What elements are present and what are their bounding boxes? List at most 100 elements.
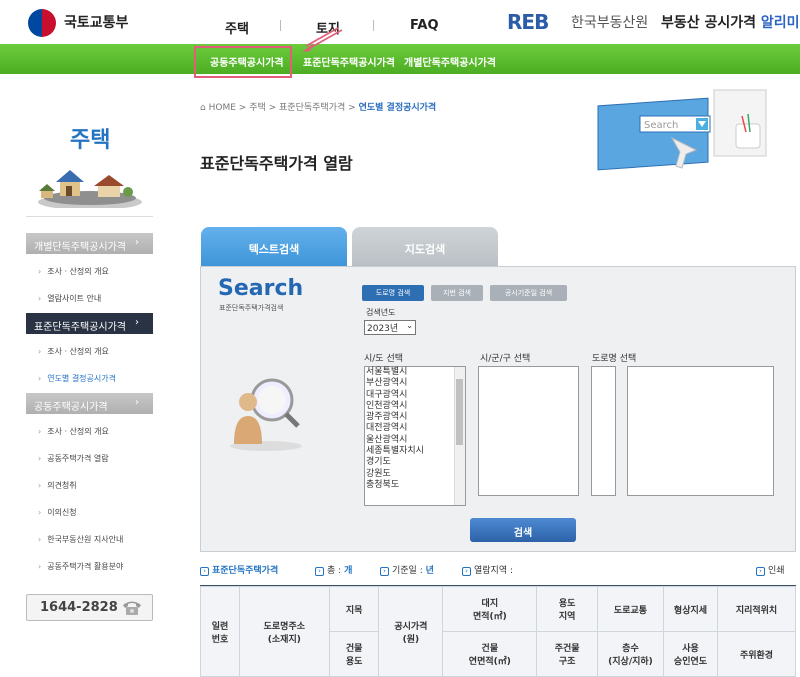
result-category-label: 표준단독주택가격 <box>212 566 279 576</box>
year-select[interactable]: 2023년 ⌄ <box>364 320 416 335</box>
road-initial-listbox[interactable] <box>591 366 616 496</box>
sidebar-item-label: 한국부동산원 지사안내 <box>47 535 124 544</box>
service-name-prefix: 부동산 공시가격 <box>661 15 757 31</box>
th-structure: 주건물 구조 <box>536 631 598 677</box>
sidebar-item-yearly-price[interactable]: › 연도별 결정공시가격 <box>38 373 116 384</box>
sidebar-item-label: 열람사이트 안내 <box>47 294 102 303</box>
th-jimok: 지목 <box>328 586 380 632</box>
sidebar-item-label: 공동주택가격 활용분야 <box>47 562 124 571</box>
th-year: 사용 승인연도 <box>662 631 719 677</box>
result-base-date-unit: 년 <box>425 566 434 576</box>
nav-divider <box>373 20 374 31</box>
sidebar-item-opinion[interactable]: › 의견청취 <box>38 480 77 491</box>
th-environment: 주위환경 <box>717 631 796 677</box>
sido-option[interactable]: 대전광역시 <box>365 423 465 434</box>
result-category: › 표준단독주택가격 <box>200 563 278 576</box>
sub-navigation-bar <box>0 44 800 74</box>
sidebar-item-objection[interactable]: › 이의신청 <box>38 507 77 518</box>
result-region-label: 열람지역 : <box>474 566 514 576</box>
sido-option[interactable]: 인천광역시 <box>365 401 465 412</box>
nav-housing[interactable]: 주택 <box>225 18 249 37</box>
print-label: 인쇄 <box>768 566 785 576</box>
breadcrumb-current: 연도별 결정공시가격 <box>358 103 437 113</box>
sidebar-group-apartment[interactable]: 공동주택공시가격 › <box>26 393 153 414</box>
print-button[interactable]: › 인쇄 <box>756 563 785 576</box>
breadcrumb: ⌂ HOME > 주택 > 표준단독주택가격 > 연도별 결정공시가격 <box>200 100 436 113</box>
result-base-date-label: 기준일 : <box>392 566 423 576</box>
sidebar-item-label: 연도별 결정공시가격 <box>47 374 116 383</box>
result-base-date: › 기준일 : 년 <box>380 563 434 576</box>
road-name-search-button[interactable]: 도로명 검색 <box>362 285 424 301</box>
sidebar-item-label: 조사 · 산정의 개요 <box>47 347 109 356</box>
sidebar-item-apartment-view[interactable]: › 공동주택가격 열람 <box>38 453 109 464</box>
service-name[interactable]: 부동산 공시가격 알리미 <box>661 12 800 32</box>
sido-option[interactable]: 울산광역시 <box>365 435 465 446</box>
road-name-listbox[interactable] <box>627 366 774 496</box>
ministry-name[interactable]: 국토교통부 <box>64 12 128 32</box>
search-submit-button[interactable]: 검색 <box>470 518 576 542</box>
breadcrumb-separator: > <box>268 103 280 113</box>
sido-option[interactable]: 서울특별시 <box>365 367 465 378</box>
tab-text-search[interactable]: 텍스트검색 <box>201 227 347 267</box>
sidebar-item-label: 의견청취 <box>47 481 77 490</box>
sidebar-group-label: 개별단독주택공시가격 <box>34 242 126 253</box>
sidebar-group-standard-house[interactable]: 표준단독주택공시가격 › <box>26 313 153 334</box>
breadcrumb-separator: > <box>348 103 359 113</box>
sido-option[interactable]: 경기도 <box>365 457 465 468</box>
th-building-use: 건물 용도 <box>328 631 380 677</box>
sidebar-item-branch-info[interactable]: › 한국부동산원 지사안내 <box>38 534 123 545</box>
magnifier-person-illustration-icon <box>230 378 302 451</box>
sidebar-item-viewing-site[interactable]: › 열람사이트 안내 <box>38 293 101 304</box>
nav-faq[interactable]: FAQ <box>410 18 439 33</box>
th-zone: 용도 지역 <box>536 586 598 632</box>
sido-option[interactable]: 부산광역시 <box>365 378 465 389</box>
subnav-individual-house-price[interactable]: 개별단독주택공시가격 <box>404 54 496 69</box>
th-shape: 형상지세 <box>662 586 719 632</box>
results-summary-bar: › 표준단독주택가격 › 총 : 개 › 기준일 : 년 › 열람지역 : › 인쇄 <box>200 563 796 577</box>
search-monitor-illustration-icon: Search <box>597 89 767 171</box>
scrollbar[interactable] <box>454 367 465 505</box>
sido-listbox[interactable]: 서울특별시 부산광역시 대구광역시 인천광역시 광주광역시 대전광역시 울산광역… <box>364 366 466 506</box>
result-region: › 열람지역 : <box>462 563 513 576</box>
sidebar-item-usage[interactable]: › 공동주택가격 활용분야 <box>38 561 123 572</box>
sido-option[interactable]: 강원도 <box>365 469 465 480</box>
th-seq: 일련 번호 <box>200 586 240 677</box>
sidebar-item-survey-overview[interactable]: › 조사 · 산정의 개요 <box>38 266 109 277</box>
phone-number: 1644-2828 <box>40 600 118 615</box>
sido-option[interactable]: 세종특별자치시 <box>365 446 465 457</box>
scrollbar-thumb[interactable] <box>456 379 463 445</box>
search-logo: Search <box>218 276 304 301</box>
result-total-unit: 개 <box>344 566 353 576</box>
results-table: 일련 번호 도로명주소 (소재지) 지목 공시가격 (원) 대지 면적(㎡) 용… <box>200 586 796 677</box>
sidebar-divider <box>26 216 153 217</box>
th-land-area: 대지 면적(㎡) <box>442 586 538 632</box>
houses-illustration-icon <box>38 170 142 208</box>
sido-option[interactable]: 대구광역시 <box>365 390 465 401</box>
highlight-box <box>194 46 292 78</box>
government-emblem-icon[interactable] <box>28 9 56 37</box>
breadcrumb-standard-house[interactable]: 표준단독주택가격 <box>279 103 345 113</box>
road-label: 도로명 선택 <box>592 354 637 364</box>
lot-number-search-button[interactable]: 지번 검색 <box>431 285 483 301</box>
sidebar-item-label: 공동주택가격 열람 <box>47 454 109 463</box>
svg-text:Search: Search <box>644 120 678 131</box>
sidebar-item-label: 조사 · 산정의 개요 <box>47 267 109 276</box>
chevron-right-icon: › <box>380 567 389 576</box>
subnav-standard-house-price[interactable]: 표준단독주택공시가격 <box>303 54 395 69</box>
th-floors: 층수 (지상/지하) <box>596 631 664 677</box>
base-date-search-button[interactable]: 공시기준일 검색 <box>490 285 567 301</box>
sidebar-group-individual-house[interactable]: 개별단독주택공시가격 › <box>26 233 153 254</box>
sidebar-item-survey-overview[interactable]: › 조사 · 산정의 개요 <box>38 346 109 357</box>
sidebar-item-label: 조사 · 산정의 개요 <box>47 427 109 436</box>
breadcrumb-housing[interactable]: 주택 <box>249 103 266 113</box>
sidebar-item-survey-overview[interactable]: › 조사 · 산정의 개요 <box>38 426 109 437</box>
th-price: 공시가격 (원) <box>378 586 444 677</box>
reb-logo[interactable]: REB <box>507 10 549 34</box>
home-icon[interactable]: ⌂ <box>200 103 206 113</box>
tab-map-search[interactable]: 지도검색 <box>352 227 498 267</box>
breadcrumb-separator: > <box>238 103 250 113</box>
sigungu-listbox[interactable] <box>478 366 579 496</box>
breadcrumb-home[interactable]: HOME <box>209 103 236 113</box>
sido-option[interactable]: 광주광역시 <box>365 412 465 423</box>
sido-option[interactable]: 충청북도 <box>365 480 465 491</box>
